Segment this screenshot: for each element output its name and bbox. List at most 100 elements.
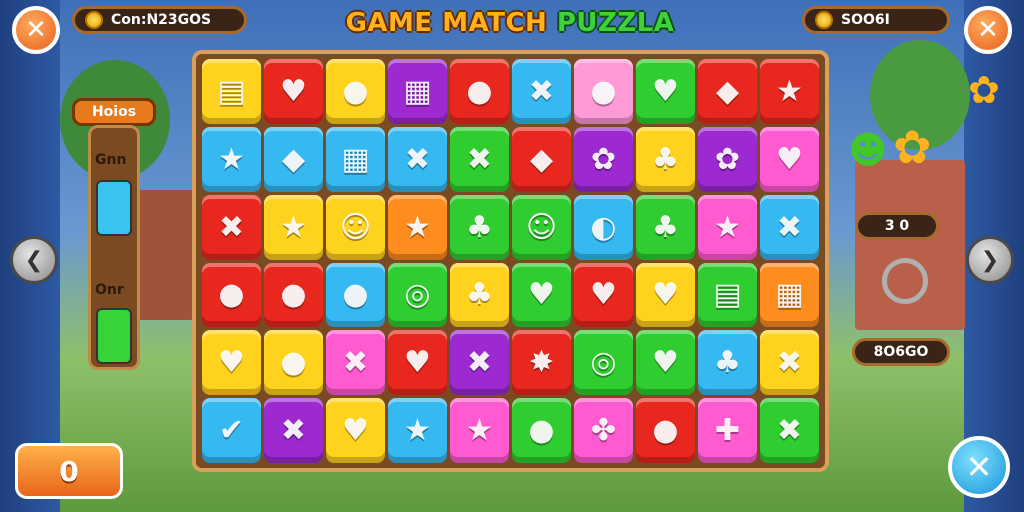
game-tile[interactable]: ✖ <box>264 398 323 463</box>
arrow-left-button[interactable]: ❮ <box>10 236 58 284</box>
game-tile[interactable]: ✖ <box>326 330 385 396</box>
game-tile[interactable]: ✤ <box>574 398 633 463</box>
close-button-right[interactable]: ✕ <box>964 6 1012 54</box>
game-tile[interactable]: ♥ <box>264 59 323 124</box>
tile-symbol-icon: ● <box>466 73 493 109</box>
game-tile[interactable]: ★ <box>450 398 509 463</box>
game-tile[interactable]: ♥ <box>636 330 695 396</box>
game-tile[interactable]: ♥ <box>636 59 695 124</box>
game-tile[interactable]: ★ <box>264 194 323 260</box>
game-tile[interactable]: ☺ <box>512 194 571 260</box>
game-tile[interactable]: ◆ <box>264 126 323 192</box>
tile-symbol-icon: ● <box>218 277 245 313</box>
game-tile[interactable]: ✿ <box>698 126 757 192</box>
flower-icon: ✿ <box>893 120 932 174</box>
game-tile[interactable]: ▦ <box>760 262 819 328</box>
target-counter-text: 8O6GO <box>873 344 929 360</box>
game-tile[interactable]: ☺ <box>326 194 385 260</box>
combo-counter: 3 0 <box>855 212 939 240</box>
game-tile[interactable]: ★ <box>202 126 261 192</box>
tile-symbol-icon: ▦ <box>775 277 804 313</box>
game-tile[interactable]: ● <box>574 59 633 124</box>
tile-symbol-icon: ♥ <box>280 73 307 109</box>
game-tile[interactable]: ▤ <box>202 59 261 124</box>
game-tile[interactable]: ◆ <box>512 126 571 192</box>
game-tile[interactable]: ▦ <box>388 59 447 124</box>
tile-symbol-icon: ◆ <box>715 73 740 109</box>
game-tile[interactable]: ● <box>450 59 509 124</box>
coin-icon <box>815 11 833 29</box>
search-icon[interactable] <box>882 258 928 304</box>
tile-symbol-icon: ✿ <box>714 141 741 177</box>
game-tile[interactable]: ♣ <box>450 262 509 328</box>
tile-symbol-icon: ✖ <box>404 141 431 177</box>
game-tile[interactable]: ◆ <box>698 59 757 124</box>
tile-symbol-icon: ✖ <box>466 345 493 381</box>
game-tile[interactable]: ✔ <box>202 398 261 463</box>
game-tile[interactable]: ♥ <box>512 262 571 328</box>
tile-symbol-icon: ● <box>528 413 555 449</box>
tile-symbol-icon: ♥ <box>528 277 555 313</box>
tile-symbol-icon: ★ <box>714 209 741 245</box>
tile-symbol-icon: ♥ <box>590 277 617 313</box>
game-tile[interactable]: ★ <box>698 194 757 260</box>
game-tile[interactable]: ✖ <box>388 126 447 192</box>
game-tile[interactable]: ♣ <box>636 126 695 192</box>
tile-symbol-icon: ★ <box>218 141 245 177</box>
game-tile[interactable]: ♥ <box>326 398 385 463</box>
game-tile[interactable]: ♣ <box>636 194 695 260</box>
game-tile[interactable]: ● <box>326 59 385 124</box>
title-part-2: PUZZLA <box>556 8 675 38</box>
close-button[interactable]: ✕ <box>12 6 60 54</box>
game-tile[interactable]: ✿ <box>574 126 633 192</box>
close-button-blue[interactable]: ✕ <box>948 436 1010 498</box>
tile-symbol-icon: ♣ <box>466 277 493 313</box>
tile-symbol-icon: ✸ <box>528 345 555 381</box>
tile-symbol-icon: ● <box>342 277 369 313</box>
game-tile[interactable]: ● <box>264 330 323 396</box>
tile-symbol-icon: ★ <box>404 413 431 449</box>
game-tile[interactable]: ♥ <box>388 330 447 396</box>
tile-symbol-icon: ● <box>590 73 617 109</box>
game-tile[interactable]: ▤ <box>698 262 757 328</box>
game-tile[interactable]: ♥ <box>574 262 633 328</box>
game-tile[interactable]: ● <box>202 262 261 328</box>
tile-symbol-icon: ★ <box>280 209 307 245</box>
game-tile[interactable]: ♣ <box>698 330 757 396</box>
game-tile[interactable]: ● <box>512 398 571 463</box>
game-tile[interactable]: ★ <box>388 194 447 260</box>
arrow-right-button[interactable]: ❯ <box>966 236 1014 284</box>
tile-symbol-icon: ✖ <box>342 345 369 381</box>
game-tile[interactable]: ★ <box>760 59 819 124</box>
game-tile[interactable]: ✖ <box>512 59 571 124</box>
shuffle-button[interactable]: 0 <box>15 443 123 499</box>
game-tile[interactable]: ◐ <box>574 194 633 260</box>
game-tile[interactable]: ● <box>636 398 695 463</box>
tile-symbol-icon: ♥ <box>652 277 679 313</box>
game-tile[interactable]: ✖ <box>760 194 819 260</box>
game-tile[interactable]: ✖ <box>760 398 819 463</box>
tile-symbol-icon: ♥ <box>652 73 679 109</box>
game-tile[interactable]: ♥ <box>760 126 819 192</box>
game-tile[interactable]: ✖ <box>202 194 261 260</box>
tile-symbol-icon: ✖ <box>466 141 493 177</box>
coin-counter-text: SOO6I <box>841 12 890 28</box>
game-tile[interactable]: ◎ <box>574 330 633 396</box>
game-tile[interactable]: ★ <box>388 398 447 463</box>
game-tile[interactable]: ✖ <box>450 330 509 396</box>
game-tile[interactable]: ▦ <box>326 126 385 192</box>
game-tile[interactable]: ✖ <box>450 126 509 192</box>
game-tile[interactable]: ◎ <box>388 262 447 328</box>
score-counter-text: Con:N23GOS <box>111 12 212 28</box>
game-tile[interactable]: ● <box>264 262 323 328</box>
game-tile[interactable]: ♥ <box>202 330 261 396</box>
game-tile[interactable]: ● <box>326 262 385 328</box>
game-tile[interactable]: ♥ <box>636 262 695 328</box>
tile-symbol-icon: ◎ <box>404 277 431 313</box>
tile-symbol-icon: ☺ <box>339 209 372 245</box>
game-tile[interactable]: ✖ <box>760 330 819 396</box>
flower-icon[interactable]: ✿ <box>968 68 1000 112</box>
game-tile[interactable]: ✚ <box>698 398 757 463</box>
game-tile[interactable]: ♣ <box>450 194 509 260</box>
game-tile[interactable]: ✸ <box>512 330 571 396</box>
